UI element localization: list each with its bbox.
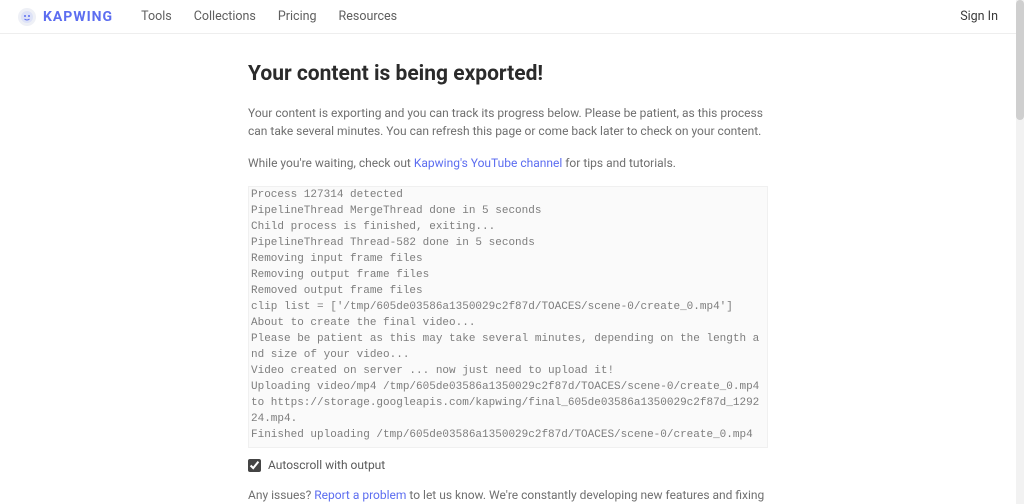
export-description: Your content is exporting and you can tr… — [248, 104, 768, 140]
autoscroll-row[interactable]: Autoscroll with output — [248, 458, 768, 472]
log-line: Removing output frame files — [251, 267, 765, 283]
nav-link-pricing[interactable]: Pricing — [278, 9, 317, 24]
brand[interactable]: KAPWING — [18, 8, 113, 26]
main-container: Your content is being exported! Your con… — [248, 34, 768, 504]
log-line: Please be patient as this may take sever… — [251, 331, 765, 363]
waiting-tip: While you're waiting, check out Kapwing'… — [248, 154, 768, 172]
page-scrollbar-track[interactable] — [1016, 0, 1024, 504]
log-line: clip list = ['/tmp/605de03586a1350029c2f… — [251, 299, 765, 315]
log-line: PipelineThread MergeThread done in 5 sec… — [251, 203, 765, 219]
page-scrollbar-thumb[interactable] — [1016, 0, 1024, 120]
page-title: Your content is being exported! — [248, 62, 768, 86]
page-viewport[interactable]: KAPWING Tools Collections Pricing Resour… — [0, 0, 1016, 504]
log-line: About to create the final video... — [251, 315, 765, 331]
log-line: Process 127314 detected — [251, 187, 765, 203]
log-line: Removed output frame files — [251, 283, 765, 299]
log-line: Video created on server ... now just nee… — [251, 363, 765, 379]
log-line: Uploading video/mp4 /tmp/605de03586a1350… — [251, 379, 765, 427]
report-problem-link[interactable]: Report a problem — [314, 488, 406, 502]
signin-link[interactable]: Sign In — [960, 9, 998, 24]
waiting-tip-suffix: for tips and tutorials. — [562, 156, 676, 170]
log-line: PipelineThread Thread-582 done in 5 seco… — [251, 235, 765, 251]
autoscroll-checkbox[interactable] — [248, 459, 261, 472]
nav-link-collections[interactable]: Collections — [194, 9, 256, 24]
log-line: Finished uploading /tmp/605de03586a13500… — [251, 427, 765, 443]
nav-links: Tools Collections Pricing Resources — [141, 9, 397, 24]
log-line: Removing input frame files — [251, 251, 765, 267]
export-log[interactable]: spawned...Process 127314 detectedPipelin… — [248, 186, 768, 448]
report-prefix: Any issues? — [248, 488, 314, 502]
nav-link-resources[interactable]: Resources — [339, 9, 398, 24]
youtube-link[interactable]: Kapwing's YouTube channel — [414, 156, 562, 170]
brand-logo-icon — [18, 8, 36, 26]
autoscroll-label: Autoscroll with output — [268, 458, 385, 472]
waiting-tip-prefix: While you're waiting, check out — [248, 156, 414, 170]
brand-name: KAPWING — [43, 9, 113, 25]
top-nav: KAPWING Tools Collections Pricing Resour… — [0, 0, 1016, 34]
report-row: Any issues? Report a problem to let us k… — [248, 488, 768, 504]
nav-link-tools[interactable]: Tools — [141, 9, 172, 24]
log-line: Child process is finished, exiting... — [251, 219, 765, 235]
